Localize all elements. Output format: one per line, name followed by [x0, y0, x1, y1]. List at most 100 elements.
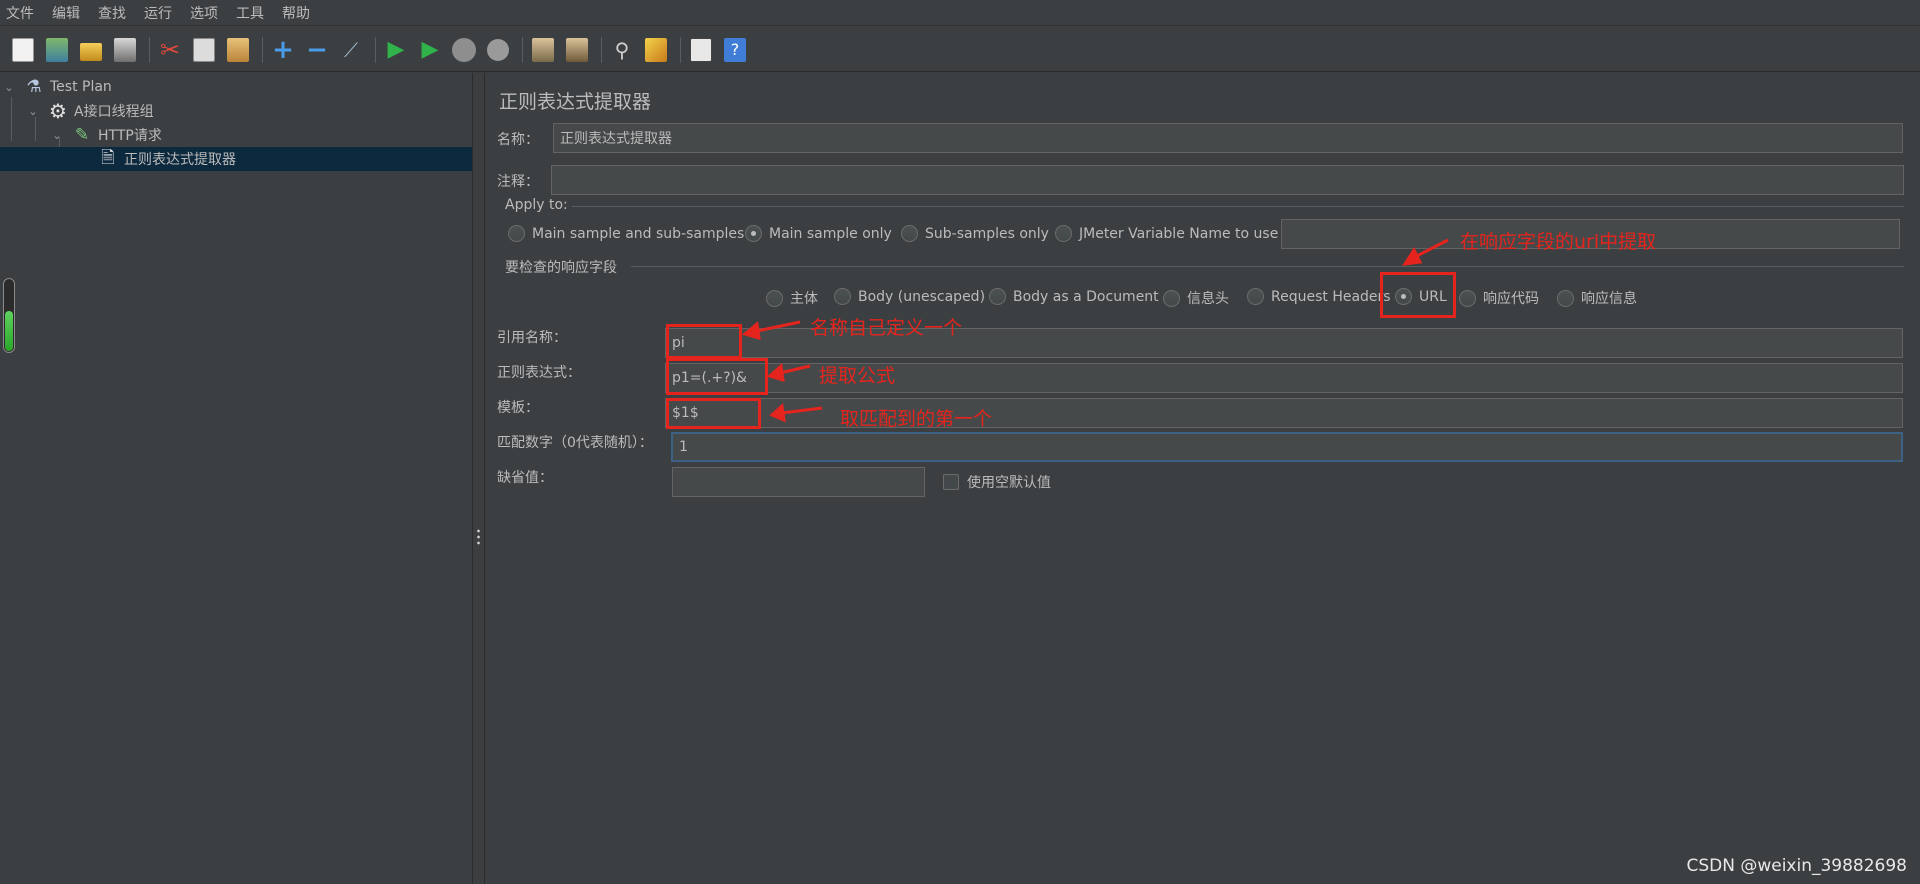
- field-request-headers-option[interactable]: Request Headers: [1247, 288, 1391, 305]
- name-label: 名称：: [497, 132, 539, 148]
- regex-label: 正则表达式：: [497, 365, 581, 381]
- menu-file[interactable]: 文件: [6, 3, 43, 23]
- clear-all-icon: [566, 37, 588, 62]
- templates-button[interactable]: [42, 34, 72, 66]
- clear-button[interactable]: [528, 34, 558, 66]
- default-value-field[interactable]: [672, 467, 925, 497]
- panel-splitter[interactable]: [473, 73, 485, 884]
- chevron-down-icon[interactable]: ⌄: [2, 81, 16, 94]
- splitter-grip-icon[interactable]: [477, 528, 480, 546]
- radio-button[interactable]: [1055, 225, 1072, 242]
- menu-search[interactable]: 查找: [98, 3, 135, 23]
- radio-button-selected[interactable]: [745, 225, 762, 242]
- gear-icon: ⚙: [49, 99, 67, 123]
- menu-options[interactable]: 选项: [190, 3, 227, 23]
- radio-button[interactable]: [989, 288, 1006, 305]
- radio-button[interactable]: [1459, 289, 1476, 307]
- menu-edit[interactable]: 编辑: [52, 3, 89, 23]
- template-label: 模板：: [497, 400, 539, 416]
- new-icon: [12, 37, 34, 62]
- tree-item-label: A接口线程组: [74, 104, 154, 120]
- help-button[interactable]: ?: [720, 34, 750, 66]
- shutdown-button[interactable]: [483, 34, 513, 66]
- toolbar-separator: [149, 36, 150, 63]
- start-no-pause-button[interactable]: ▶: [415, 34, 445, 66]
- radio-button[interactable]: [834, 288, 851, 305]
- field-response-code-option[interactable]: 响应代码: [1459, 288, 1539, 308]
- field-body-unescaped-option[interactable]: Body (unescaped): [834, 288, 985, 305]
- menu-run[interactable]: 运行: [144, 3, 181, 23]
- field-headers-option[interactable]: 信息头: [1163, 288, 1229, 308]
- default-value-label: 缺省值：: [497, 470, 553, 486]
- field-body-option[interactable]: 主体: [766, 288, 818, 308]
- reference-name-label: 引用名称：: [497, 330, 567, 346]
- menu-bar: 文件 编辑 查找 运行 选项 工具 帮助: [0, 0, 1920, 26]
- expand-button[interactable]: +: [268, 34, 298, 66]
- menu-help[interactable]: 帮助: [282, 3, 319, 23]
- name-field[interactable]: 正则表达式提取器: [553, 123, 1903, 153]
- option-label: Main sample only: [769, 225, 892, 242]
- toggle-icon: ⟋: [344, 37, 358, 62]
- start-no-pause-icon: ▶: [421, 37, 439, 62]
- toolbar-separator: [601, 36, 602, 63]
- document-icon: 🗎: [101, 147, 115, 168]
- stop-button[interactable]: [449, 34, 479, 66]
- apply-main-only-option[interactable]: Main sample only: [745, 225, 892, 242]
- annotation-template: 取匹配到的第一个: [840, 408, 993, 430]
- option-label: JMeter Variable Name to use: [1079, 225, 1279, 242]
- field-body-document-option[interactable]: Body as a Document: [989, 288, 1159, 305]
- function-helper-button[interactable]: [686, 34, 716, 66]
- expand-icon: +: [272, 34, 294, 65]
- use-empty-default-checkbox[interactable]: 使用空默认值: [943, 472, 1051, 492]
- shutdown-icon: [487, 38, 509, 61]
- apply-sub-only-option[interactable]: Sub-samples only: [901, 225, 1049, 242]
- group-divider: [631, 266, 1904, 267]
- menu-tools[interactable]: 工具: [236, 3, 273, 23]
- copy-button[interactable]: [189, 34, 219, 66]
- watermark: CSDN @weixin_39882698: [1686, 856, 1907, 876]
- match-number-label: 匹配数字（0代表随机）：: [497, 435, 653, 451]
- option-label: Body (unescaped): [858, 288, 986, 305]
- radio-button[interactable]: [766, 289, 783, 307]
- new-button[interactable]: [8, 34, 38, 66]
- radio-button[interactable]: [508, 225, 525, 242]
- toggle-button[interactable]: ⟋: [336, 34, 366, 66]
- option-label: 响应信息: [1581, 291, 1637, 307]
- open-button[interactable]: [76, 34, 106, 66]
- highlight-box-template: [666, 398, 761, 429]
- highlight-box-reference-name: [666, 324, 742, 359]
- radio-button[interactable]: [901, 225, 918, 242]
- flask-icon: ⚗: [26, 77, 42, 97]
- start-button[interactable]: ▶: [381, 34, 411, 66]
- tree-item-test-plan[interactable]: ⌄ ⚗ Test Plan: [2, 75, 111, 99]
- clear-all-button[interactable]: [562, 34, 592, 66]
- match-number-field[interactable]: 1: [671, 432, 1903, 462]
- radio-button[interactable]: [1557, 289, 1574, 307]
- radio-button[interactable]: [1247, 288, 1264, 305]
- tree-item-regex-extractor[interactable]: 🗎 正则表达式提取器: [0, 147, 472, 171]
- checkbox[interactable]: [943, 474, 959, 490]
- tree-item-thread-group[interactable]: ⌄ ⚙ A接口线程组: [26, 99, 154, 123]
- apply-main-and-sub-option[interactable]: Main sample and sub-samples: [508, 225, 744, 242]
- clear-icon: [532, 37, 554, 62]
- collapse-button[interactable]: −: [302, 34, 332, 66]
- highlight-box-regex: [666, 358, 768, 395]
- field-response-message-option[interactable]: 响应信息: [1557, 288, 1637, 308]
- radio-button[interactable]: [1163, 289, 1180, 307]
- option-label: 响应代码: [1483, 291, 1539, 307]
- paste-button[interactable]: [223, 34, 253, 66]
- save-icon: [114, 37, 136, 62]
- apply-jmeter-variable-option[interactable]: JMeter Variable Name to use: [1055, 225, 1278, 242]
- chevron-down-icon[interactable]: ⌄: [50, 129, 64, 142]
- search-button[interactable]: ⚲: [607, 34, 637, 66]
- option-label: 主体: [790, 291, 818, 307]
- option-label: Body as a Document: [1013, 288, 1159, 305]
- cut-button[interactable]: ✂: [155, 34, 185, 66]
- comment-field[interactable]: [551, 165, 1904, 195]
- tree-item-http-request[interactable]: ⌄ ✎ HTTP请求: [50, 123, 161, 147]
- reset-search-button[interactable]: [641, 34, 671, 66]
- chevron-down-icon[interactable]: ⌄: [26, 105, 40, 118]
- highlight-box-url: [1380, 272, 1456, 318]
- save-button[interactable]: [110, 34, 140, 66]
- option-label: Sub-samples only: [925, 225, 1049, 242]
